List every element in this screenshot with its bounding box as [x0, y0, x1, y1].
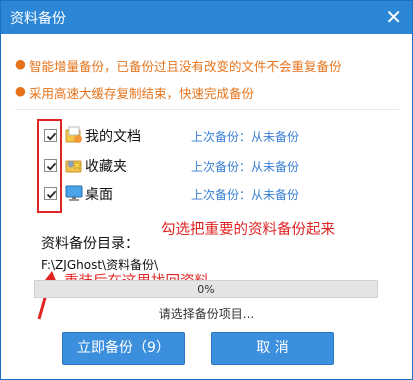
cancel-button[interactable]: 取 消	[211, 332, 334, 365]
bullet-icon: ●	[15, 83, 26, 98]
annotation-check-to-backup: 勾选把重要的资料备份起来	[161, 222, 335, 238]
item-last-backup: 上次备份：从未备份	[191, 160, 300, 174]
tip-text: 智能增量备份，已备份过且没有改变的文件不会重复备份	[29, 59, 342, 74]
progress-bar: 0%	[34, 280, 378, 298]
status-text: 请选择备份项目...	[158, 307, 255, 321]
checkbox-highlight-box	[37, 119, 62, 213]
item-label: 我的文档	[85, 129, 141, 145]
backup-item-desktop[interactable]: 桌面 上次备份：从未备份	[44, 183, 374, 207]
item-label: 收藏夹	[85, 159, 127, 175]
window-title: 资料备份	[10, 11, 66, 27]
backup-item-documents[interactable]: 我的文档 上次备份：从未备份	[44, 125, 374, 149]
backup-dir-label: 资料备份目录：	[41, 236, 139, 252]
divider	[15, 109, 399, 110]
favorites-icon	[64, 155, 84, 175]
tip-text: 采用高速大缓存复制结束，快速完成备份	[29, 86, 255, 101]
close-icon[interactable]: ✕	[385, 5, 402, 29]
desktop-icon	[64, 183, 84, 203]
bullet-icon: ●	[15, 56, 26, 71]
backup-now-button[interactable]: 立即备份（9）	[62, 332, 185, 365]
item-last-backup: 上次备份：从未备份	[191, 130, 300, 144]
documents-icon	[64, 125, 84, 145]
title-bar: 资料备份 ✕	[1, 1, 412, 34]
item-last-backup: 上次备份：从未备份	[191, 188, 300, 202]
item-label: 桌面	[85, 187, 113, 203]
backup-item-favorites[interactable]: 收藏夹 上次备份：从未备份	[44, 155, 374, 179]
backup-dialog: 资料备份 ✕ ● 智能增量备份，已备份过且没有改变的文件不会重复备份 ● 采用高…	[0, 0, 413, 380]
progress-text: 0%	[197, 283, 215, 296]
